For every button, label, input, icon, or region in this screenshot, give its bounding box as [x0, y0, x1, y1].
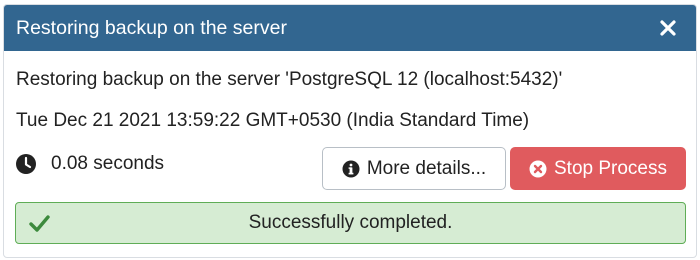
stop-process-label: Stop Process — [554, 157, 667, 179]
status-alert: Successfully completed. — [15, 202, 686, 244]
restore-dialog: Restoring backup on the server Restoring… — [3, 4, 697, 258]
clock-icon — [16, 154, 36, 174]
info-icon — [342, 160, 360, 177]
elapsed-time-text: 0.08 seconds — [51, 153, 165, 174]
restore-timestamp: Tue Dec 21 2021 13:59:22 GMT+0530 (India… — [16, 110, 530, 131]
dialog-header: Restoring backup on the server — [4, 5, 696, 51]
close-icon — [660, 20, 676, 36]
elapsed-time: 0.08 seconds — [15, 153, 164, 175]
status-message: Successfully completed. — [248, 212, 453, 233]
restore-description: Restoring backup on the server 'PostgreS… — [16, 69, 563, 90]
more-details-button[interactable]: More details... — [322, 147, 506, 190]
stop-circle-icon — [529, 160, 547, 177]
dialog-title: Restoring backup on the server — [16, 16, 287, 39]
stop-process-button[interactable]: Stop Process — [510, 147, 686, 190]
check-icon — [29, 215, 50, 232]
more-details-label: More details... — [366, 157, 487, 179]
close-button[interactable] — [654, 14, 682, 42]
